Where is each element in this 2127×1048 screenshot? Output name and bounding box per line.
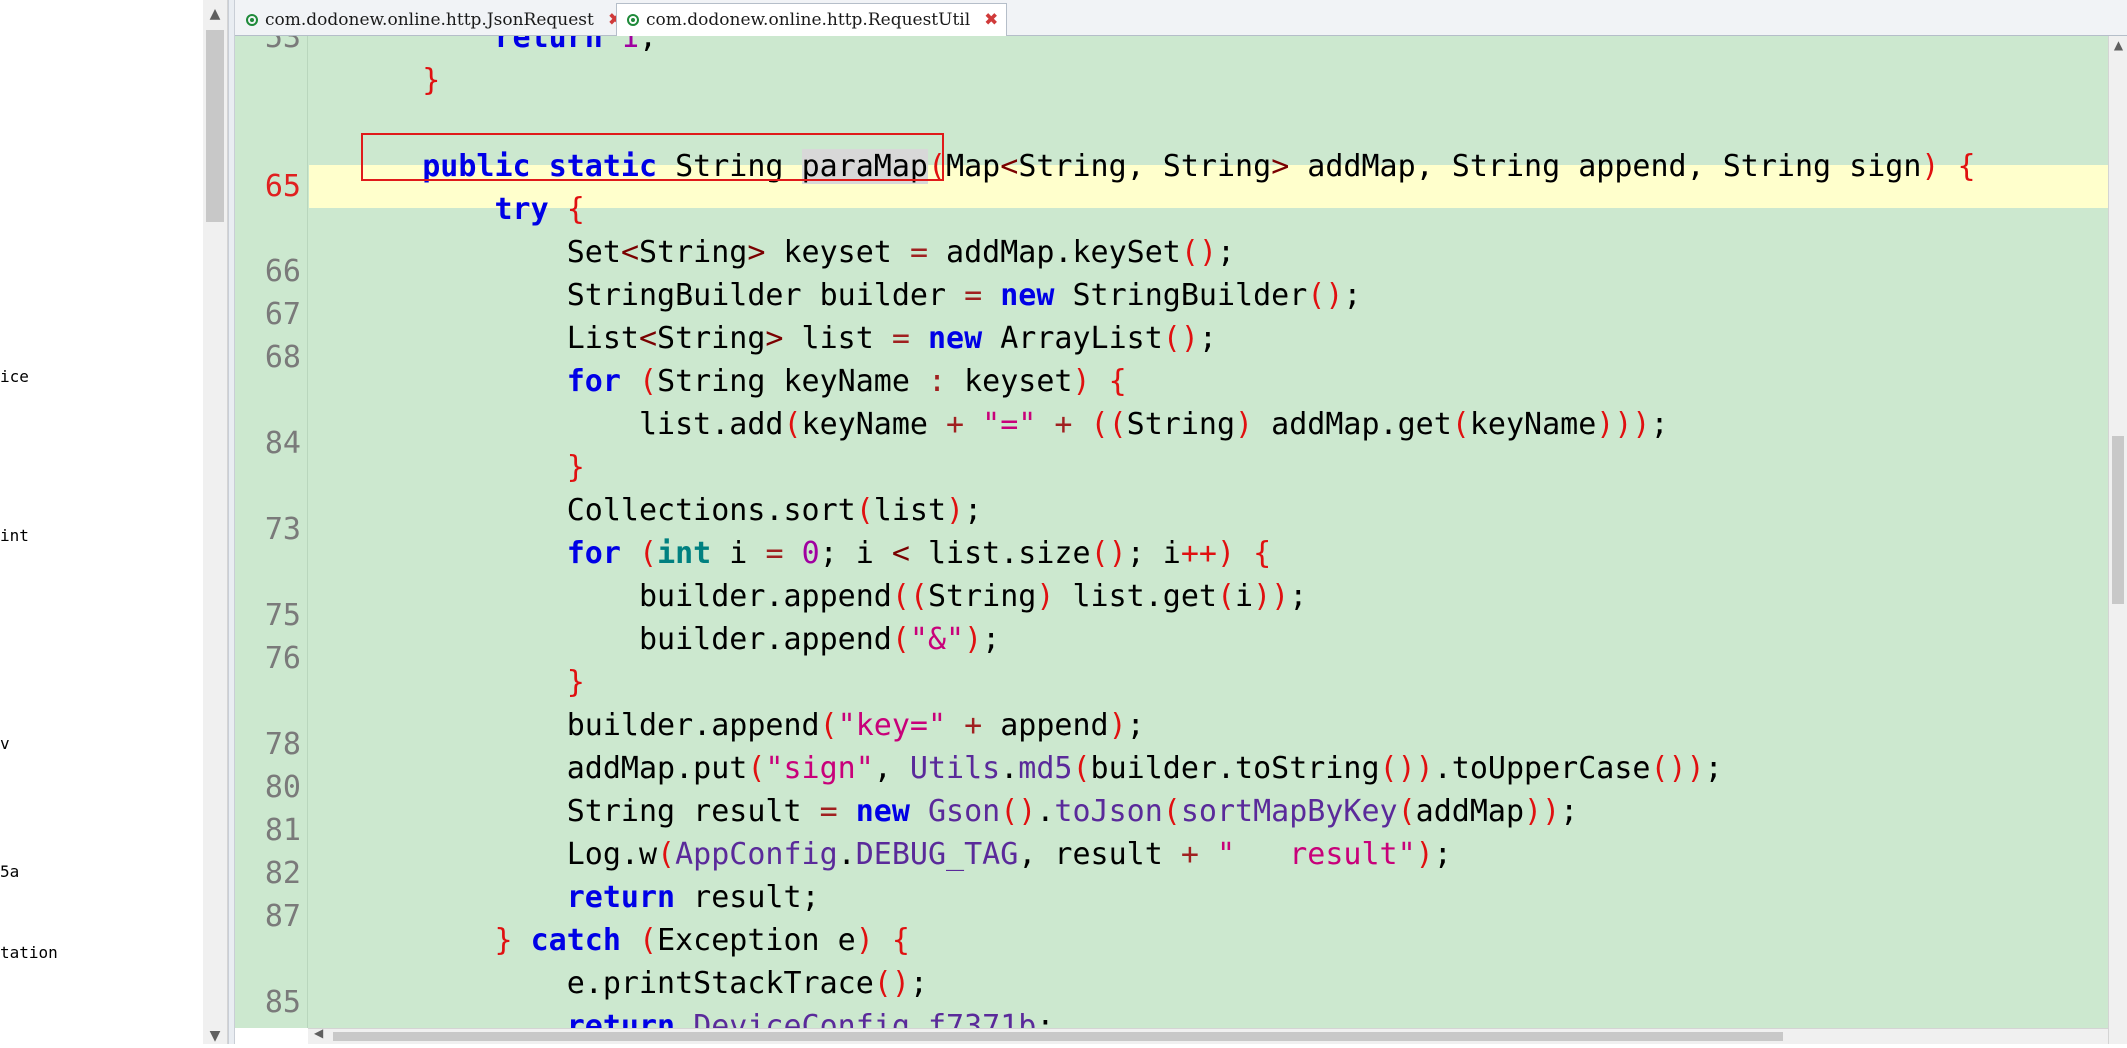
editor-horizontal-scrollbar[interactable]: ◀	[308, 1026, 2108, 1044]
java-class-icon	[246, 13, 258, 26]
code-line[interactable]: StringBuilder builder = new StringBuilde…	[350, 274, 1362, 317]
code-line[interactable]: for (String keyName : keyset) {	[350, 360, 1127, 403]
editor-tab-bar: com.dodonew.online.http.JsonRequest ✖ co…	[235, 0, 2127, 36]
scroll-left-arrow-icon[interactable]: ◀	[314, 1026, 323, 1040]
scroll-down-arrow-icon[interactable]: ▼	[203, 1024, 227, 1048]
method-signature-highlight-box	[361, 133, 944, 181]
tree-item-fragment[interactable]: ice	[0, 367, 29, 386]
tree-item-fragment[interactable]: tation	[0, 943, 58, 962]
code-line[interactable]: }	[350, 446, 585, 489]
package-explorer-panel: ice int v 5a tation	[0, 0, 203, 1044]
code-line[interactable]: Log.w(AppConfig.DEBUG_TAG, result + " re…	[350, 833, 1452, 876]
editor-vertical-scrollbar[interactable]: ▲	[2108, 36, 2127, 1044]
tab-request-util[interactable]: com.dodonew.online.http.RequestUtil ✖	[616, 3, 1008, 36]
code-line[interactable]: builder.append((String) list.get(i));	[350, 575, 1307, 618]
panel-divider[interactable]	[228, 0, 235, 1044]
code-line[interactable]: List<String> list = new ArrayList();	[350, 317, 1217, 360]
scrollbar-thumb[interactable]	[333, 1032, 1783, 1041]
code-line[interactable]: e.printStackTrace();	[350, 962, 928, 1005]
code-line[interactable]: builder.append("&");	[350, 618, 1000, 661]
code-line[interactable]: } catch (Exception e) {	[350, 919, 910, 962]
code-line[interactable]: list.add(keyName + "=" + ((String) addMa…	[350, 403, 1669, 446]
close-icon[interactable]: ✖	[984, 10, 998, 30]
code-line[interactable]: for (int i = 0; i < list.size(); i++) {	[350, 532, 1271, 575]
code-line[interactable]: return DeviceConfig.f7371b;	[350, 1005, 1055, 1028]
tree-item-fragment[interactable]: v	[0, 734, 10, 753]
code-line[interactable]: Set<String> keyset = addMap.keySet();	[350, 231, 1235, 274]
scroll-up-arrow-icon[interactable]: ▲	[2109, 38, 2127, 52]
code-line[interactable]: try {	[350, 188, 585, 231]
code-line[interactable]: Collections.sort(list);	[350, 489, 982, 532]
code-line[interactable]: String result = new Gson().toJson(sortMa…	[350, 790, 1579, 833]
tab-label: com.dodonew.online.http.JsonRequest	[265, 9, 594, 30]
tab-json-request[interactable]: com.dodonew.online.http.JsonRequest ✖	[235, 3, 631, 36]
code-line[interactable]: addMap.put("sign", Utils.md5(builder.toS…	[350, 747, 1723, 790]
tree-item-fragment[interactable]: int	[0, 526, 29, 545]
code-line[interactable]: return result;	[350, 876, 820, 919]
code-line[interactable]: builder.append("key=" + append);	[350, 704, 1145, 747]
tab-label: com.dodonew.online.http.RequestUtil	[646, 10, 971, 30]
scrollbar-thumb[interactable]	[2112, 436, 2124, 604]
code-editor[interactable]: 53 65 66 67 68 84 73 75 76 78 80 81 82 8…	[235, 36, 2108, 1028]
scrollbar-thumb[interactable]	[206, 30, 224, 222]
tree-item-fragment[interactable]: 5a	[0, 862, 19, 881]
code-line[interactable]: }	[350, 661, 585, 704]
code-line[interactable]: }	[350, 59, 440, 102]
left-panel-scrollbar[interactable]: ▲ ▼	[203, 0, 228, 1044]
scroll-up-arrow-icon[interactable]: ▲	[203, 2, 227, 26]
code-line[interactable]: return 1;	[350, 36, 658, 59]
code-text-area[interactable]: return 1; } public static String paraMap…	[235, 36, 2108, 1028]
java-class-icon	[627, 14, 639, 26]
